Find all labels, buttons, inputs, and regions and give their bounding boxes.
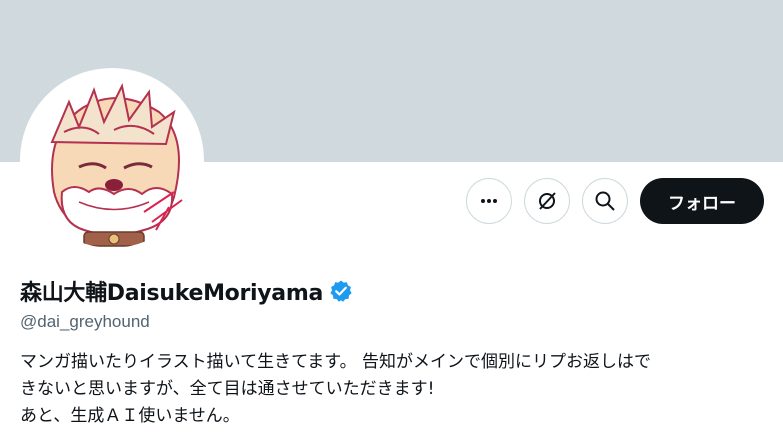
grok-button[interactable] xyxy=(524,178,570,224)
avatar[interactable] xyxy=(24,72,200,248)
bio-line: きないと思いますが、全て目は通させていただきます! xyxy=(20,379,435,399)
verified-badge-icon[interactable] xyxy=(329,279,353,303)
avatar-illustration xyxy=(50,82,183,247)
search-button[interactable] xyxy=(582,178,628,224)
more-button[interactable] xyxy=(466,178,512,224)
bio-line: あと、生成ＡＩ使いません。 xyxy=(20,406,240,426)
profile-page: フォロー 森山大輔DaisukeMoriyama @dai_greyhound … xyxy=(0,0,783,436)
follow-button[interactable]: フォロー xyxy=(640,178,764,224)
profile-handle: @dai_greyhound xyxy=(20,312,150,331)
more-horizontal-icon xyxy=(481,199,497,203)
profile-actions: フォロー xyxy=(466,178,764,224)
bio-line: マンガ描いたりイラスト描いて生きてます。 告知がメインで個別にリプお返しはで xyxy=(20,352,652,372)
name-row: 森山大輔DaisukeMoriyama xyxy=(20,275,353,307)
display-name: 森山大輔DaisukeMoriyama xyxy=(20,281,324,306)
grok-icon xyxy=(539,192,556,210)
avatar-frame xyxy=(20,68,204,252)
search-icon xyxy=(595,191,615,211)
profile-bio: マンガ描いたりイラスト描いて生きてます。 告知がメインで個別にリプお返しはで き… xyxy=(20,349,765,430)
